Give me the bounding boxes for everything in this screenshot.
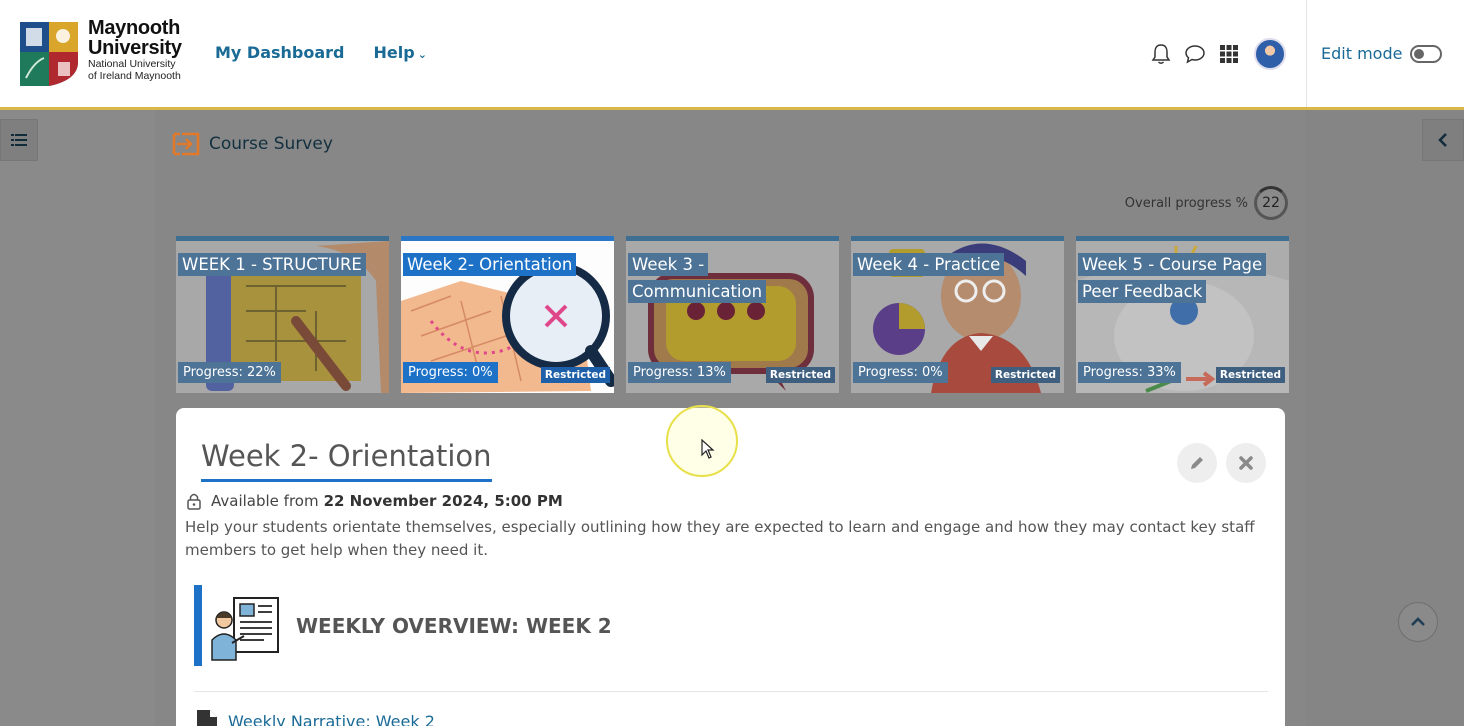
week-tiles: WEEK 1 - STRUCTURE Progress: 22% Week 2-… bbox=[176, 236, 1289, 393]
availability-prefix: Available from bbox=[211, 492, 319, 510]
list-icon bbox=[11, 134, 27, 146]
week-tile-progress: Progress: 33% bbox=[1078, 362, 1181, 383]
weekly-narrative-link[interactable]: Weekly Narrative: Week 2 bbox=[228, 712, 435, 726]
back-to-top-button[interactable] bbox=[1398, 602, 1438, 642]
overall-progress-label: Overall progress % bbox=[1124, 195, 1248, 211]
site-header: Maynooth University National University … bbox=[0, 0, 1464, 110]
week-tile-title: Week 5 - Course Page Peer Feedback bbox=[1078, 253, 1267, 303]
teacher-board-icon bbox=[211, 596, 279, 661]
pencil-icon bbox=[1191, 457, 1203, 469]
week-tile-progress: Progress: 13% bbox=[628, 362, 731, 383]
edit-mode-control[interactable]: Edit mode bbox=[1306, 0, 1464, 107]
notifications-bell-icon[interactable] bbox=[1144, 37, 1178, 71]
breadcrumb-text: Course Survey bbox=[209, 134, 333, 154]
brand-line-4: of Ireland Maynooth bbox=[88, 69, 181, 82]
close-icon bbox=[1239, 456, 1253, 470]
apps-grid-icon[interactable] bbox=[1212, 37, 1246, 71]
weekly-narrative-activity[interactable]: Weekly Narrative: Week 2 bbox=[194, 708, 435, 726]
week-tile-title: Week 2- Orientation bbox=[403, 253, 577, 276]
week-tile-title: Week 3 - Communication bbox=[628, 253, 767, 303]
content-divider bbox=[194, 691, 1268, 692]
week-tile-progress: Progress: 22% bbox=[178, 362, 281, 383]
user-avatar[interactable] bbox=[1254, 37, 1286, 70]
block-drawer-toggle-button[interactable] bbox=[1422, 119, 1464, 161]
mouse-pointer-icon bbox=[701, 439, 715, 459]
week-tile-progress: Progress: 0% bbox=[853, 362, 948, 383]
week-tile-active[interactable]: Week 2- Orientation Progress: 0% Restric… bbox=[401, 236, 614, 393]
week-tile-progress: Progress: 0% bbox=[403, 362, 498, 383]
weekly-overview-banner: WEEKLY OVERVIEW: WEEK 2 bbox=[194, 585, 1268, 666]
nav-help-label: Help bbox=[373, 43, 415, 62]
page-document-icon bbox=[197, 710, 217, 726]
chevron-left-icon bbox=[1438, 133, 1447, 147]
edit-mode-toggle[interactable] bbox=[1410, 44, 1443, 63]
course-index-toggle-button[interactable] bbox=[0, 119, 38, 161]
course-content-region: Course Survey Overall progress % 22 WEEK… bbox=[155, 110, 1306, 726]
week-tile[interactable]: Week 5 - Course Page Peer Feedback Progr… bbox=[1076, 236, 1289, 393]
week-tile[interactable]: WEEK 1 - STRUCTURE Progress: 22% bbox=[176, 236, 389, 393]
messages-chat-icon[interactable] bbox=[1178, 37, 1212, 71]
brand-line-2: University bbox=[88, 37, 182, 59]
overall-progress: Overall progress % 22 bbox=[1125, 186, 1288, 220]
chevron-down-icon: ⌄ bbox=[417, 48, 427, 61]
edit-mode-label: Edit mode bbox=[1321, 44, 1403, 63]
brand-line-1: Maynooth bbox=[88, 17, 181, 39]
availability-date: 22 November 2024, 5:00 PM bbox=[323, 492, 563, 510]
availability-line: Available from 22 November 2024, 5:00 PM bbox=[185, 492, 563, 510]
nav-dashboard-label: My Dashboard bbox=[215, 43, 345, 62]
chevron-up-icon bbox=[1411, 617, 1425, 626]
header-tools: Edit mode bbox=[1144, 0, 1464, 107]
crest-icon bbox=[20, 22, 78, 86]
nav-help[interactable]: Help ⌄ bbox=[374, 43, 427, 62]
weekly-overview-title: WEEKLY OVERVIEW: WEEK 2 bbox=[296, 613, 612, 638]
lock-icon bbox=[187, 493, 201, 510]
university-logo[interactable]: Maynooth University National University … bbox=[18, 18, 182, 88]
primary-navigation: My Dashboard Help ⌄ bbox=[215, 43, 427, 62]
week-tile[interactable]: Week 3 - Communication Progress: 13% Res… bbox=[626, 236, 839, 393]
activity-breadcrumb[interactable]: Course Survey bbox=[170, 128, 333, 160]
close-section-button[interactable] bbox=[1226, 443, 1266, 483]
restricted-badge: Restricted bbox=[990, 367, 1060, 383]
week-tile[interactable]: Week 4 - Practice Progress: 0% Restricte… bbox=[851, 236, 1064, 393]
overall-progress-ring: 22 bbox=[1254, 186, 1288, 220]
week-tile-title: WEEK 1 - STRUCTURE bbox=[178, 253, 366, 276]
section-description: Help your students orientate themselves,… bbox=[185, 518, 1255, 559]
restricted-badge: Restricted bbox=[765, 367, 835, 383]
week-tile-title: Week 4 - Practice bbox=[853, 253, 1005, 276]
brand-line-3: National University bbox=[88, 58, 176, 70]
sign-in-arrow-icon bbox=[172, 132, 200, 156]
section-title: Week 2- Orientation bbox=[201, 439, 492, 482]
edit-section-button[interactable] bbox=[1177, 443, 1217, 483]
restricted-badge: Restricted bbox=[1215, 367, 1285, 383]
nav-my-dashboard[interactable]: My Dashboard bbox=[215, 43, 345, 62]
restricted-badge: Restricted bbox=[540, 367, 610, 383]
right-margin bbox=[1306, 110, 1464, 726]
